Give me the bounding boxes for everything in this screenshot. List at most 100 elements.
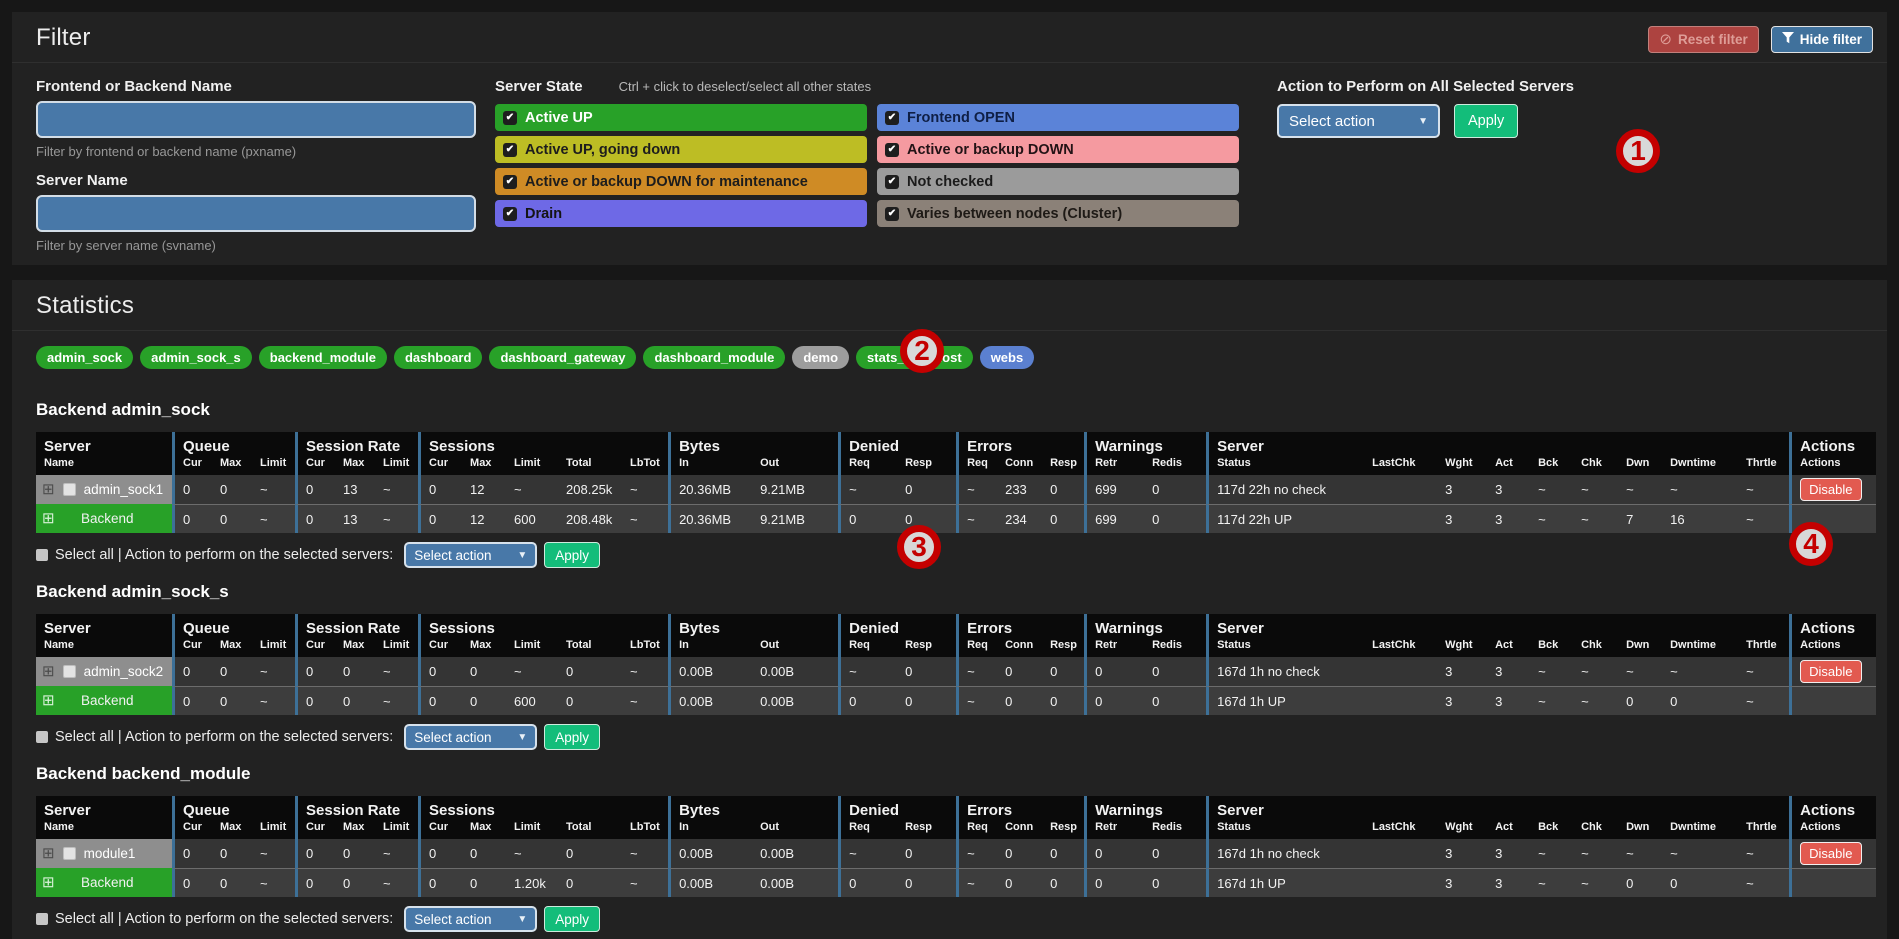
stat-cell: 13 xyxy=(335,504,375,533)
server-state-toggle[interactable]: ✔Not checked xyxy=(877,168,1239,195)
select-all-label: Select all | Action to perform on the se… xyxy=(55,547,393,563)
backend-badge[interactable]: dashboard xyxy=(394,346,482,369)
stat-cell: 167d 1h no check xyxy=(1206,657,1364,686)
server-name-cell: ⊞Backend xyxy=(36,868,172,897)
column-group-header: Session Rate xyxy=(295,432,418,456)
stat-cell xyxy=(1364,657,1437,686)
server-state-toggle[interactable]: ✔Drain xyxy=(495,200,867,227)
stat-cell: ~ xyxy=(1662,475,1738,504)
column-group-header: Queue xyxy=(172,432,295,456)
mass-action-select-value: Select action xyxy=(1289,113,1375,130)
column-group-header: Errors xyxy=(956,796,1084,820)
row-checkbox[interactable] xyxy=(63,483,76,496)
stat-cell: 0 xyxy=(558,686,622,715)
disable-button[interactable]: Disable xyxy=(1800,478,1861,501)
column-subheader: Resp xyxy=(897,820,956,839)
stat-cell: ~ xyxy=(375,686,418,715)
expand-icon[interactable]: ⊞ xyxy=(42,846,55,861)
mass-action-apply-button[interactable]: Apply xyxy=(1454,104,1518,138)
expand-icon[interactable]: ⊞ xyxy=(42,875,55,890)
stat-cell: 0 xyxy=(172,475,212,504)
row-action-apply-button[interactable]: Apply xyxy=(544,724,600,750)
stat-cell: 0 xyxy=(897,657,956,686)
stat-cell: 20.36MB xyxy=(668,504,752,533)
stat-cell: 0 xyxy=(1042,657,1084,686)
mass-action-select[interactable]: Select action ▼ xyxy=(1277,104,1440,138)
column-subheader: Max xyxy=(335,456,375,475)
row-action-apply-button[interactable]: Apply xyxy=(544,542,600,568)
select-all-checkbox[interactable] xyxy=(36,549,48,561)
column-subheader: Limit xyxy=(506,638,558,657)
column-group-header: Bytes xyxy=(668,432,838,456)
row-checkbox[interactable] xyxy=(63,665,76,678)
server-state-toggle[interactable]: ✔Active UP, going down xyxy=(495,136,867,163)
backend-badge[interactable]: demo xyxy=(792,346,849,369)
svname-input[interactable] xyxy=(36,195,476,232)
hide-filter-button[interactable]: Hide filter xyxy=(1771,26,1873,53)
stat-cell: ~ xyxy=(622,475,668,504)
pxname-input[interactable] xyxy=(36,101,476,138)
actions-cell xyxy=(1789,868,1876,897)
column-subheader: Thrtle xyxy=(1738,456,1789,475)
server-state-toggle[interactable]: ✔Active or backup DOWN xyxy=(877,136,1239,163)
stat-cell: ~ xyxy=(956,504,997,533)
svname-help: Filter by server name (svname) xyxy=(36,238,476,253)
column-subheader: Req xyxy=(838,638,897,657)
column-subheader: Limit xyxy=(375,638,418,657)
column-subheader: Total xyxy=(558,820,622,839)
row-action-select[interactable]: Select action▼ xyxy=(404,724,537,750)
stat-cell: ~ xyxy=(375,475,418,504)
backend-title: Backend admin_sock_s xyxy=(36,582,1863,602)
filter-title: Filter xyxy=(36,24,91,52)
row-action-select[interactable]: Select action▼ xyxy=(404,542,537,568)
backend-section: Backend backend_moduleServerQueueSession… xyxy=(36,764,1863,932)
column-subheader: Wght xyxy=(1437,638,1487,657)
column-subheader: Dwntime xyxy=(1662,456,1738,475)
disable-button[interactable]: Disable xyxy=(1800,842,1861,865)
stat-cell xyxy=(1364,504,1437,533)
expand-icon[interactable]: ⊞ xyxy=(42,511,55,526)
expand-icon[interactable]: ⊞ xyxy=(42,693,55,708)
column-subheader: Bck xyxy=(1530,820,1573,839)
stat-cell: 0.00B xyxy=(752,657,838,686)
select-all-checkbox[interactable] xyxy=(36,913,48,925)
server-state-toggle[interactable]: ✔Frontend OPEN xyxy=(877,104,1239,131)
column-group-header: Sessions xyxy=(418,614,668,638)
backend-badge[interactable]: backend_module xyxy=(259,346,387,369)
server-state-toggle-label: Varies between nodes (Cluster) xyxy=(907,206,1122,222)
column-subheader: Resp xyxy=(1042,820,1084,839)
row-action-apply-button[interactable]: Apply xyxy=(544,906,600,932)
stat-cell: 0 xyxy=(838,504,897,533)
backend-badge[interactable]: admin_sock xyxy=(36,346,133,369)
stat-cell: 167d 1h UP xyxy=(1206,868,1364,897)
row-action-select[interactable]: Select action▼ xyxy=(404,906,537,932)
reset-filter-button[interactable]: ⊘ Reset filter xyxy=(1648,26,1758,53)
stat-cell: 0 xyxy=(838,868,897,897)
stat-cell: 3 xyxy=(1487,686,1530,715)
stat-cell: ~ xyxy=(1573,504,1618,533)
server-state-toggle[interactable]: ✔Active UP xyxy=(495,104,867,131)
backend-title: Backend admin_sock xyxy=(36,400,1863,420)
select-all-checkbox[interactable] xyxy=(36,731,48,743)
stat-cell: 0 xyxy=(558,657,622,686)
stat-cell: ~ xyxy=(1618,475,1662,504)
backend-badge[interactable]: dashboard_gateway xyxy=(489,346,636,369)
stat-cell: 0 xyxy=(212,504,252,533)
backend-badge[interactable]: dashboard_module xyxy=(643,346,785,369)
stat-cell: ~ xyxy=(252,504,295,533)
stat-cell: ~ xyxy=(1618,657,1662,686)
stat-cell: ~ xyxy=(622,686,668,715)
column-group-header: Server xyxy=(1206,614,1789,638)
server-state-toggle[interactable]: ✔Active or backup DOWN for maintenance xyxy=(495,168,867,195)
stat-cell: ~ xyxy=(252,686,295,715)
stat-cell: ~ xyxy=(1738,475,1789,504)
expand-icon[interactable]: ⊞ xyxy=(42,664,55,679)
column-subheader: Limit xyxy=(252,638,295,657)
stat-cell: ~ xyxy=(1573,475,1618,504)
backend-badge[interactable]: admin_sock_s xyxy=(140,346,252,369)
backend-badge[interactable]: webs xyxy=(980,346,1035,369)
expand-icon[interactable]: ⊞ xyxy=(42,482,55,497)
row-checkbox[interactable] xyxy=(63,847,76,860)
server-state-toggle[interactable]: ✔Varies between nodes (Cluster) xyxy=(877,200,1239,227)
disable-button[interactable]: Disable xyxy=(1800,660,1861,683)
